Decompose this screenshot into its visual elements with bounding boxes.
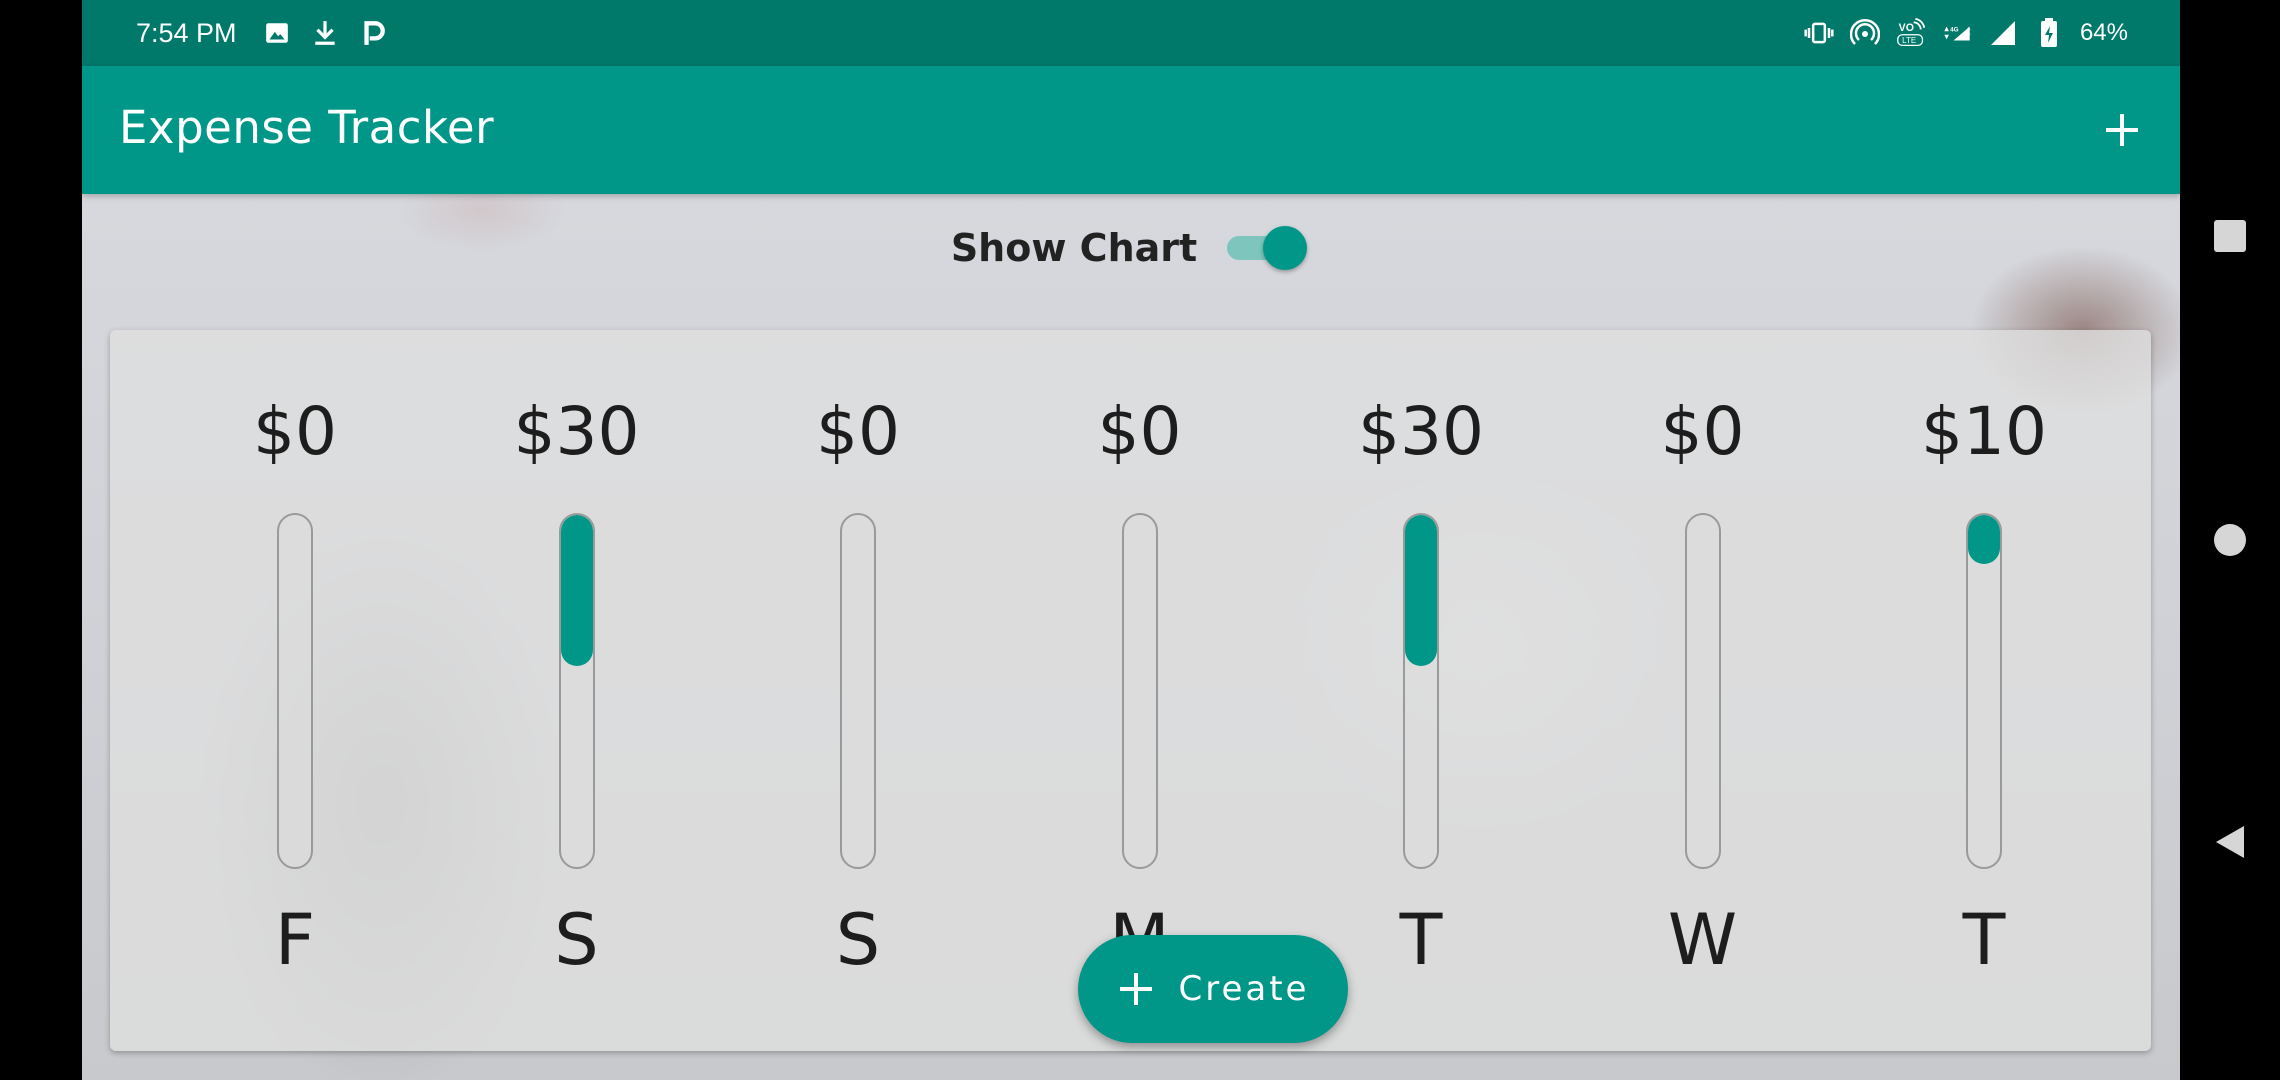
bar-amount: $30 (513, 393, 640, 470)
bar-day-label: F (274, 899, 316, 981)
switch-thumb (1263, 226, 1308, 270)
app-bar: Expense Tracker (82, 66, 2180, 194)
p-app-icon (358, 18, 388, 48)
chart-bar-column: $10 T (1884, 330, 2084, 1051)
app-title: Expense Tracker (119, 101, 495, 154)
bar-amount: $0 (253, 393, 337, 470)
chart-bar-column: $0 F (195, 330, 395, 1051)
signal-icon (1988, 18, 2018, 48)
chart-bar-column: $30 T (1321, 330, 1521, 1051)
chart-bar-column: $0 W (1603, 330, 1803, 1051)
bar-fill (1968, 515, 2000, 564)
bar-amount: $0 (1097, 393, 1182, 470)
bar-fill (560, 515, 593, 666)
hotspot-icon (1849, 18, 1880, 48)
status-bar: 7:54 PM VO LTE 4G 64% (82, 0, 2180, 66)
bar-track (1121, 513, 1158, 869)
home-button[interactable] (2210, 520, 2250, 560)
bar-track (1403, 513, 1439, 869)
plus-icon (1119, 973, 1152, 1005)
chart-bar-column: $30 S (477, 330, 677, 1051)
bar-day-label: T (1399, 899, 1443, 981)
app-screen: 7:54 PM VO LTE 4G 64% Expense Tracker Sh… (82, 0, 2180, 1080)
chart-bar-column: $0 S (758, 330, 958, 1051)
bar-amount: $0 (1660, 393, 1745, 470)
svg-text:VO: VO (1899, 22, 1914, 34)
back-button[interactable] (2210, 822, 2250, 862)
add-expense-button[interactable] (2092, 100, 2152, 160)
battery-percent: 64% (2079, 19, 2128, 46)
notification-icons (262, 14, 388, 52)
navigation-bar (2180, 0, 2280, 1080)
bar-day-label: T (1962, 899, 2006, 981)
battery-icon (2034, 18, 2064, 48)
svg-text:LTE: LTE (1902, 36, 1916, 45)
show-chart-label: Show Chart (950, 226, 1198, 270)
bar-track (558, 513, 595, 869)
show-chart-row: Show Chart (82, 218, 2180, 278)
bar-day-label: S (554, 899, 599, 981)
download-icon (310, 18, 340, 48)
bar-day-label: W (1667, 899, 1738, 981)
bar-track (277, 513, 313, 869)
volte-icon: VO LTE (1896, 18, 1926, 48)
bar-amount: $30 (1358, 393, 1484, 470)
bar-track (1684, 513, 1721, 869)
bar-track (840, 513, 876, 869)
vibrate-icon (1804, 18, 1834, 48)
back-icon (2216, 826, 2244, 858)
home-icon (2214, 524, 2246, 556)
recents-icon (2214, 220, 2246, 252)
status-time: 7:54 PM (136, 18, 237, 48)
bar-amount: $10 (1921, 393, 2047, 470)
create-label: Create (1178, 969, 1310, 1009)
image-icon (262, 18, 292, 48)
bar-amount: $0 (816, 393, 900, 470)
system-icons: VO LTE 4G 64% (1804, 14, 2128, 52)
bar-fill (1405, 515, 1437, 666)
bar-day-label: S (835, 899, 881, 981)
plus-icon (2106, 114, 2138, 146)
show-chart-switch[interactable] (1227, 224, 1311, 272)
recents-button[interactable] (2210, 216, 2250, 256)
bar-track (1966, 513, 2002, 869)
create-button[interactable]: Create (1078, 935, 1348, 1043)
network-4g-icon: 4G (1942, 18, 1972, 48)
svg-text:4G: 4G (1950, 26, 1959, 33)
